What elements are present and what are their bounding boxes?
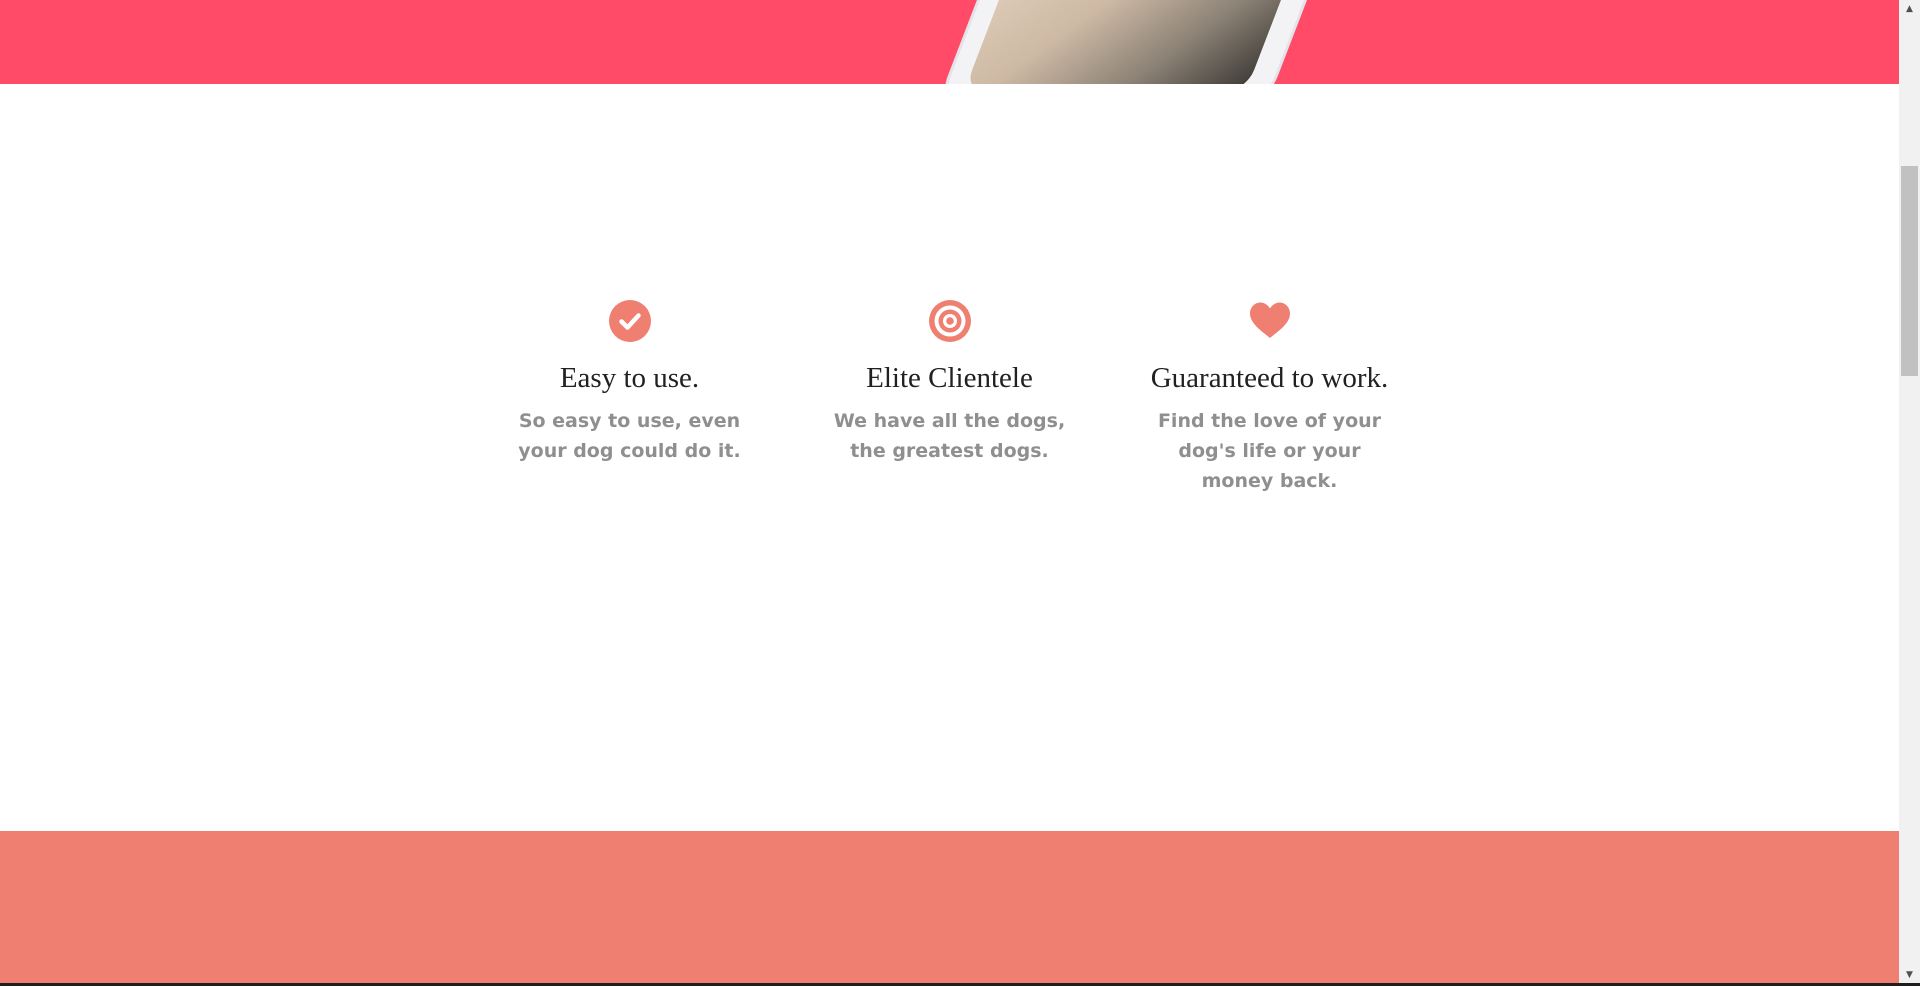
feature-description: So easy to use, even your dog could do i… xyxy=(518,410,741,462)
page-content: Easy to use. So easy to use, even your d… xyxy=(0,0,1899,983)
scroll-up-arrow-icon[interactable]: ▲ xyxy=(1899,0,1920,17)
feature-description: Find the love of your dog's life or your… xyxy=(1157,410,1382,492)
feature-guaranteed: Guaranteed to work. Find the love of you… xyxy=(1150,300,1390,496)
bullseye-icon xyxy=(928,300,971,342)
hero-section xyxy=(0,0,1899,84)
phone-mockup-image xyxy=(934,0,1396,84)
next-section-band xyxy=(0,831,1899,983)
features-section: Easy to use. So easy to use, even your d… xyxy=(0,300,1899,496)
check-circle-icon xyxy=(608,300,651,342)
scroll-down-arrow-icon[interactable]: ▼ xyxy=(1899,966,1920,983)
feature-elite-clientele: Elite Clientele We have all the dogs, th… xyxy=(830,300,1070,496)
scrollbar-thumb[interactable] xyxy=(1901,166,1918,376)
feature-easy-to-use: Easy to use. So easy to use, even your d… xyxy=(510,300,750,496)
dog-photo xyxy=(963,0,1362,84)
feature-title: Elite Clientele xyxy=(866,362,1033,394)
feature-description: We have all the dogs, the greatest dogs. xyxy=(833,410,1066,462)
heart-icon xyxy=(1249,302,1290,338)
feature-title: Easy to use. xyxy=(559,362,700,394)
feature-title: Guaranteed to work. xyxy=(1150,362,1389,394)
vertical-scrollbar[interactable]: ▲ ▼ xyxy=(1899,0,1920,983)
page: Easy to use. So easy to use, even your d… xyxy=(0,0,1920,986)
